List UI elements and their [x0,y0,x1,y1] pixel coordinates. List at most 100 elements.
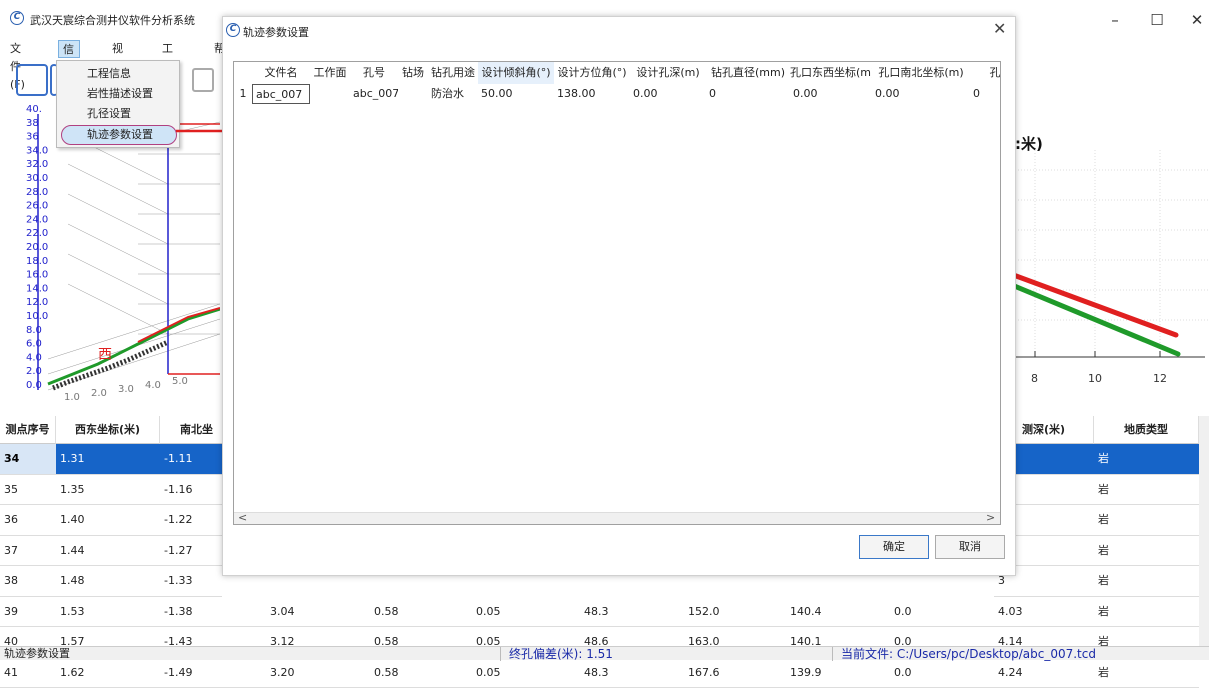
table-cell[interactable]: 3.04 [266,597,370,628]
table-cell[interactable]: -1.49 [160,658,266,688]
table-cell[interactable]: 48.3 [580,597,684,628]
table-cell[interactable]: 0.0 [890,597,994,628]
table-cell[interactable]: -1.38 [160,597,266,628]
grid-col-header[interactable]: 设计孔深(m) [630,62,706,84]
table-cell-geology[interactable]: 岩 [1094,566,1199,597]
table-scrollbar[interactable] [1199,416,1209,648]
table-cell-point-id[interactable]: 37 [0,536,56,567]
table-cell-east-west[interactable]: 1.40 [56,505,160,536]
grid-col-header[interactable]: 钻场 [398,62,428,84]
menu-item-project-info[interactable]: 工程信息 [87,65,131,83]
plot3d-xtick: 4.0 [145,380,161,391]
col-header-north-south[interactable]: 南北坐 [160,416,224,444]
cancel-button[interactable]: 取消 [935,535,1005,559]
grid-col-header[interactable]: 钻孔用途 [428,62,478,84]
table-cell-point-id[interactable]: 41 [0,658,56,688]
plot3d-ytick: 2.0 [26,366,42,377]
col-header-point-id[interactable]: 测点序号 [0,416,56,444]
plot3d-ytick: 12.0 [26,297,48,308]
table-cell-north-south[interactable]: -1.27 [160,536,222,567]
grid-col-header[interactable]: 工作面 [310,62,350,84]
table-cell[interactable]: 0.05 [472,597,580,628]
scroll-right-icon[interactable]: > [986,511,995,524]
menu-view[interactable]: 视图(V) [108,40,132,58]
table-cell[interactable]: 48.3 [580,658,684,688]
grid-col-header[interactable]: 设计方位角(°) [554,62,630,84]
grid-horizontal-scrollbar[interactable]: < > [234,512,1000,525]
maximize-button[interactable]: ☐ [1137,8,1177,32]
table-cell-point-id[interactable]: 36 [0,505,56,536]
table-cell[interactable]: 0.58 [370,658,472,688]
dialog-close-button[interactable]: ✕ [993,19,1006,38]
new-file-icon[interactable] [16,64,48,96]
table-cell[interactable]: 140.4 [786,597,890,628]
grid-col-header[interactable]: 文件名 [252,62,310,84]
table-cell-north-south[interactable]: -1.11 [160,444,222,475]
menu-item-hole-diameter[interactable]: 孔径设置 [87,105,131,123]
menu-file[interactable]: 文件(F) [6,40,29,58]
table-cell[interactable]: 岩 [1094,658,1199,688]
table-cell-point-id[interactable]: 34 [0,444,56,475]
grid-cell[interactable]: 0 [706,84,790,104]
grid-col-header[interactable]: 孔口南北坐标(m) [872,62,970,84]
table-cell-east-west[interactable]: 1.35 [56,475,160,506]
table-cell[interactable]: 4.24 [994,658,1094,688]
table-cell-geology[interactable]: 岩 [1094,475,1199,506]
grid-col-header[interactable]: 设计倾斜角(°) [478,62,554,84]
plot3d-ytick: 24.0 [26,214,48,225]
grid-cell[interactable]: 0.00 [630,84,706,104]
table-cell[interactable]: 0.0 [890,658,994,688]
col-header-east-west[interactable]: 西东坐标(米) [56,416,160,444]
table-cell-east-west[interactable]: 1.48 [56,566,160,597]
table-cell[interactable]: 岩 [1094,597,1199,628]
table-cell-east-west[interactable]: 1.44 [56,536,160,567]
grid-col-header[interactable]: 孔号 [350,62,398,84]
plot3d-ytick: 26.0 [26,201,48,212]
table-cell[interactable]: 0.58 [370,597,472,628]
grid-cell[interactable]: 50.00 [478,84,554,104]
table-cell[interactable]: 4.03 [994,597,1094,628]
table-cell[interactable]: 167.6 [684,658,786,688]
print-icon[interactable] [192,68,214,92]
table-cell-geology[interactable]: 岩 [1094,444,1199,475]
grid-cell[interactable] [398,84,428,104]
grid-col-header[interactable]: 钻孔直径(mm) [706,62,790,84]
menu-info[interactable]: 信息(I) [58,40,80,58]
table-cell-point-id[interactable]: 35 [0,475,56,506]
minimize-button[interactable]: – [1095,8,1135,32]
grid-cell[interactable]: 0 [970,84,1001,104]
ok-button[interactable]: 确定 [859,535,929,559]
grid-cell[interactable] [310,84,350,104]
table-cell[interactable]: 1.62 [56,658,160,688]
table-cell[interactable]: 0.05 [472,658,580,688]
plot3d-ytick: 40. [26,104,42,115]
table-cell-point-id[interactable]: 39 [0,597,56,628]
table-cell-east-west[interactable]: 1.31 [56,444,160,475]
grid-cell[interactable]: abc_007 [350,84,398,104]
grid-cell[interactable]: abc_007 [252,84,310,104]
table-cell[interactable]: 3.20 [266,658,370,688]
menu-item-trajectory-params[interactable]: 轨迹参数设置 [87,126,153,144]
table-cell-geology[interactable]: 岩 [1094,505,1199,536]
grid-cell[interactable]: 0.00 [790,84,872,104]
col-header-geology[interactable]: 地质类型 [1094,416,1199,444]
2d-trajectory-plot: 立:米) 8 10 12 [1000,105,1209,410]
grid-col-header[interactable]: 孔口东西坐标(m) [790,62,872,84]
table-cell-north-south[interactable]: -1.22 [160,505,222,536]
table-cell-point-id[interactable]: 38 [0,566,56,597]
scroll-left-icon[interactable]: < [238,511,247,524]
table-cell[interactable]: 139.9 [786,658,890,688]
grid-col-header[interactable]: 孔 [970,62,1001,84]
menu-tools[interactable]: 工具(T) [158,40,181,58]
table-cell[interactable]: 152.0 [684,597,786,628]
table-cell-north-south[interactable]: -1.33 [160,566,222,597]
row-index: 1 [234,84,252,104]
table-cell-geology[interactable]: 岩 [1094,536,1199,567]
grid-cell[interactable]: 0.00 [872,84,970,104]
close-button[interactable]: ✕ [1177,8,1209,32]
table-cell-north-south[interactable]: -1.16 [160,475,222,506]
menu-item-lithology-settings[interactable]: 岩性描述设置 [87,85,153,103]
grid-cell[interactable]: 138.00 [554,84,630,104]
grid-cell[interactable]: 防治水 [428,84,478,104]
table-cell[interactable]: 1.53 [56,597,160,628]
